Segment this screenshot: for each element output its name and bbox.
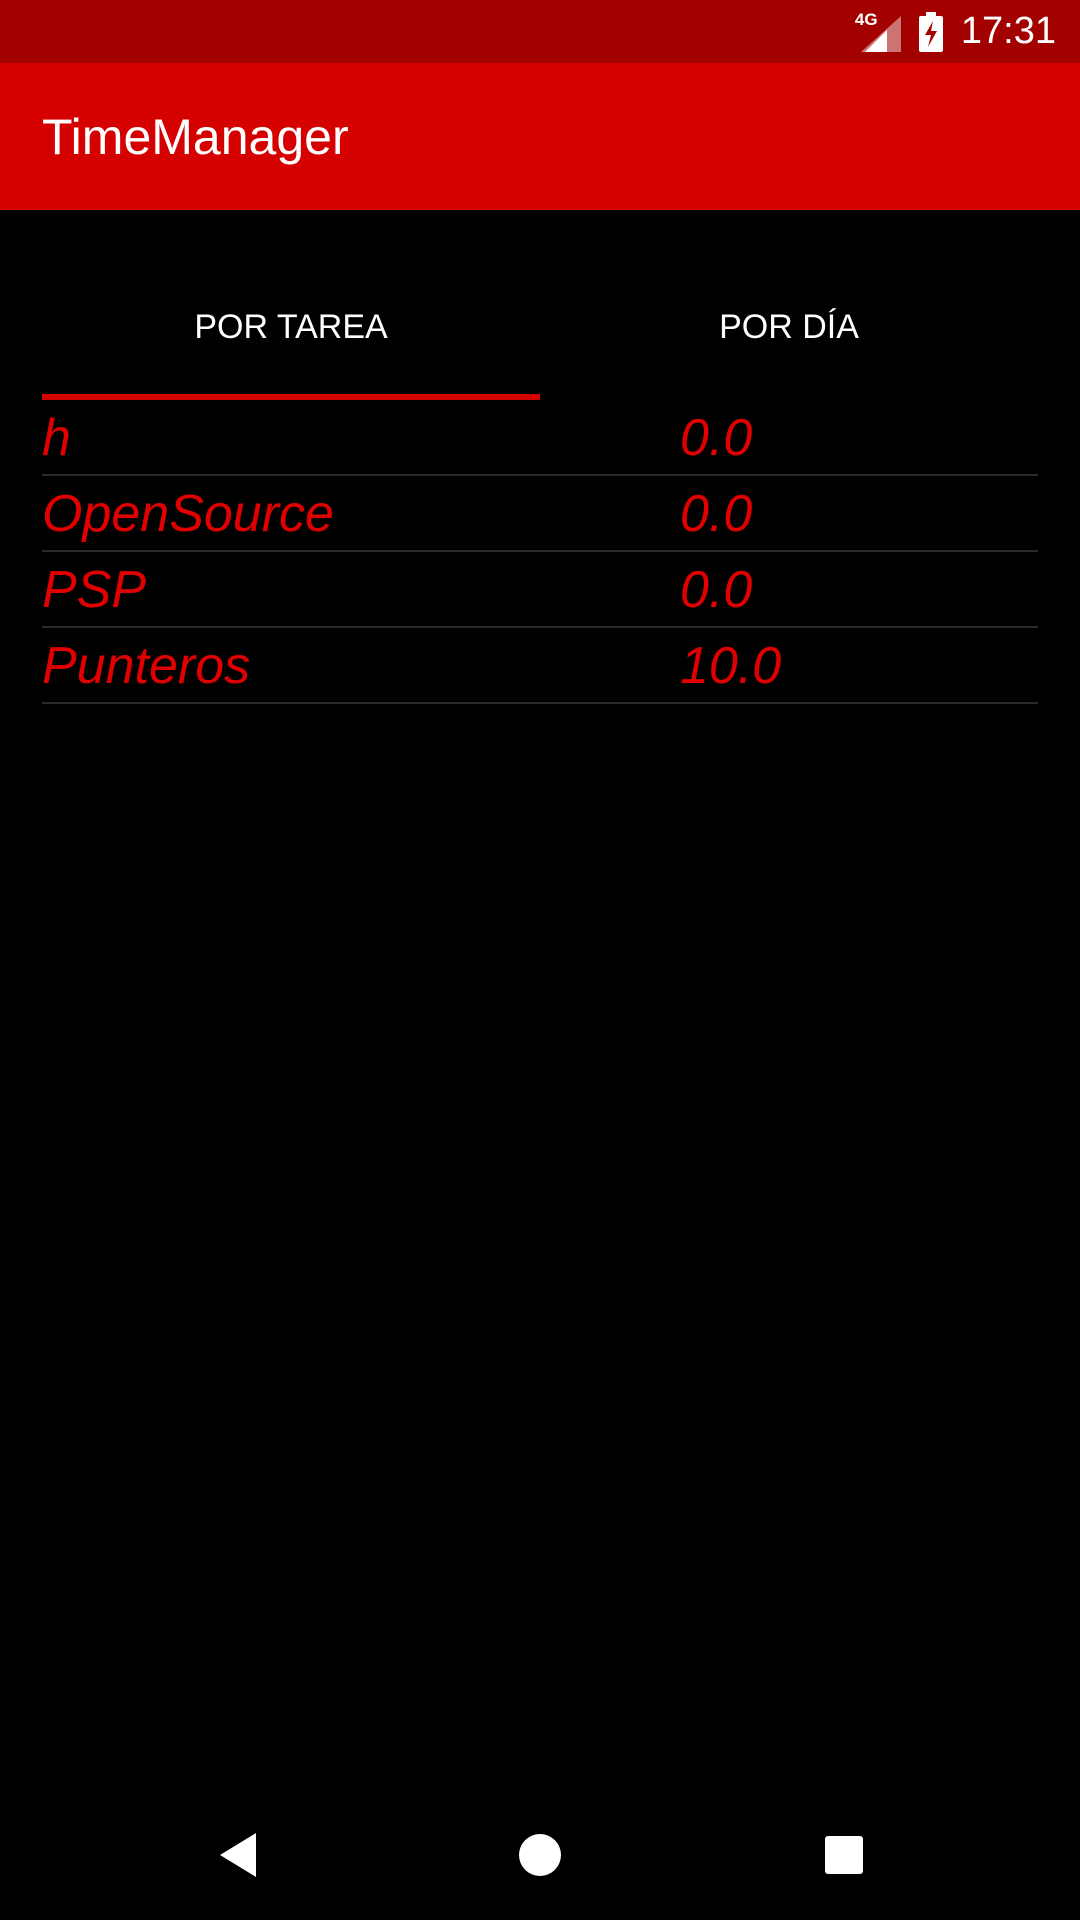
app-title: TimeManager — [42, 109, 349, 165]
task-hours: 0.0 — [680, 561, 753, 619]
task-row[interactable]: PSP 0.0 — [42, 552, 1038, 628]
task-name: h — [42, 409, 71, 467]
task-hours: 0.0 — [680, 485, 753, 543]
screen: 4G 17:31 TimeManager POR TAREA POR DÍA h… — [0, 0, 1080, 1920]
status-time: 17:31 — [960, 10, 1056, 52]
back-icon[interactable] — [193, 1810, 283, 1900]
navigation-bar — [0, 1790, 1080, 1920]
task-hours: 0.0 — [680, 409, 753, 467]
home-icon[interactable] — [495, 1810, 585, 1900]
app-bar: TimeManager — [0, 63, 1080, 210]
status-icons: 4G 17:31 — [855, 0, 1056, 63]
recents-icon[interactable] — [799, 1810, 889, 1900]
task-row[interactable]: h 0.0 — [42, 400, 1038, 476]
status-bar: 4G 17:31 — [0, 0, 1080, 63]
task-name: PSP — [42, 561, 147, 619]
task-list: h 0.0 OpenSource 0.0 PSP 0.0 Punteros 10… — [42, 400, 1038, 704]
task-hours: 10.0 — [680, 637, 782, 695]
task-row[interactable]: OpenSource 0.0 — [42, 476, 1038, 552]
task-name: Punteros — [42, 637, 251, 695]
tab-por-dia[interactable]: POR DÍA — [540, 270, 1038, 400]
signal-icon: 4G — [855, 10, 901, 52]
task-row[interactable]: Punteros 10.0 — [42, 628, 1038, 704]
battery-charging-icon — [918, 11, 943, 52]
tab-bar: POR TAREA POR DÍA — [42, 270, 1038, 400]
task-name: OpenSource — [42, 485, 334, 543]
tab-por-tarea[interactable]: POR TAREA — [42, 270, 540, 400]
